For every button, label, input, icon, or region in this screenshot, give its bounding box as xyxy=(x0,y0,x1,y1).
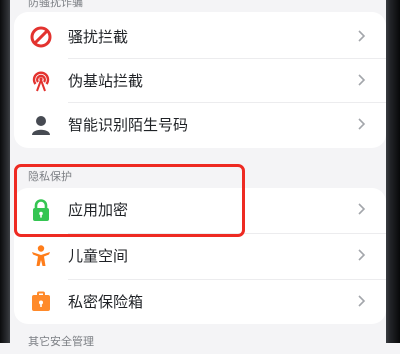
phone-bezel-right xyxy=(386,0,400,343)
anti-harassment-card: 骚扰拦截 伪基站拦截 智能识别陌生号码 xyxy=(14,12,386,148)
menu-item-smart-caller-id[interactable]: 智能识别陌生号码 xyxy=(14,103,386,147)
menu-item-harassment-block[interactable]: 骚扰拦截 xyxy=(14,15,386,59)
menu-item-label: 儿童空间 xyxy=(68,247,129,265)
chevron-right-icon xyxy=(356,115,368,133)
chevron-right-icon xyxy=(356,200,368,218)
lock-icon xyxy=(29,198,53,222)
menu-item-private-safe[interactable]: 私密保险箱 xyxy=(14,280,386,324)
chevron-right-icon xyxy=(356,246,368,264)
menu-item-app-lock[interactable]: 应用加密 xyxy=(14,188,386,232)
menu-item-label: 智能识别陌生号码 xyxy=(68,116,189,134)
menu-item-fake-station-block[interactable]: 伪基站拦截 xyxy=(14,59,386,103)
block-icon xyxy=(29,25,53,49)
menu-item-label: 私密保险箱 xyxy=(68,293,144,311)
menu-item-label: 应用加密 xyxy=(68,201,129,219)
child-icon xyxy=(29,244,53,268)
section-label-anti-harassment: 防骚扰诈骗 xyxy=(28,0,83,9)
chevron-right-icon xyxy=(356,292,368,310)
section-label-other-security: 其它安全管理 xyxy=(28,335,94,348)
chevron-right-icon xyxy=(356,27,368,45)
security-settings-screen: 防骚扰诈骗 骚扰拦截 伪基站拦截 智能识别陌生号码 隐私保护 应用加密 儿童空间… xyxy=(0,0,400,354)
person-icon xyxy=(29,113,53,137)
safe-box-icon xyxy=(29,290,53,314)
privacy-card: 应用加密 儿童空间 私密保险箱 xyxy=(14,188,386,324)
section-label-privacy: 隐私保护 xyxy=(28,170,72,183)
menu-item-kids-space[interactable]: 儿童空间 xyxy=(14,234,386,278)
menu-item-label: 伪基站拦截 xyxy=(68,72,144,90)
signal-tower-icon xyxy=(29,69,53,93)
menu-item-label: 骚扰拦截 xyxy=(68,28,129,46)
phone-bezel-left xyxy=(0,0,10,343)
chevron-right-icon xyxy=(356,71,368,89)
